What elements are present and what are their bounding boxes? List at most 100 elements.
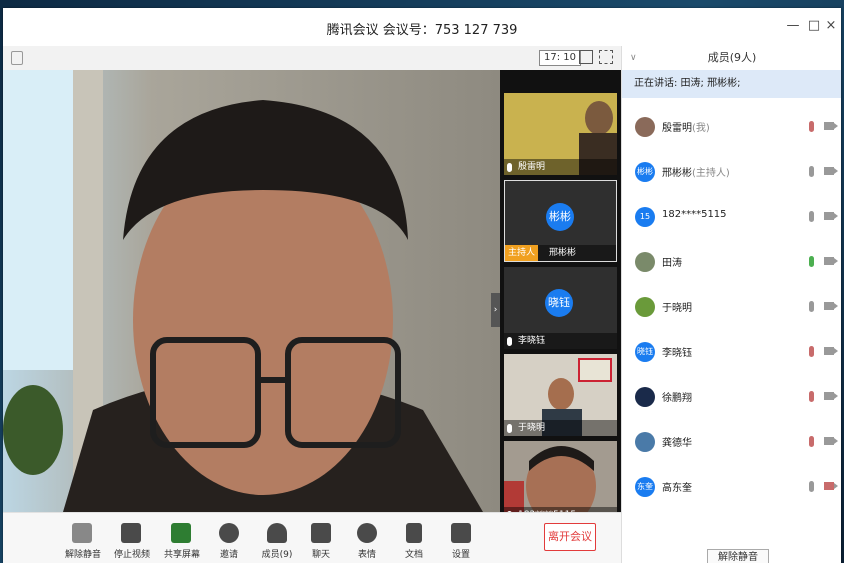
share-screen-icon <box>171 523 191 543</box>
chat-button[interactable]: 聊天 <box>304 523 338 560</box>
collapse-strip-chevron-icon[interactable]: › <box>491 293 500 327</box>
minimize-button[interactable]: — <box>785 18 801 34</box>
title-bar: 腾讯会议 会议号：753 127 739 — □ × <box>3 8 841 46</box>
participant-name: 李晓钰 <box>504 333 617 349</box>
shield-icon[interactable] <box>11 51 23 65</box>
chat-icon <box>311 523 331 543</box>
microphone-icon[interactable] <box>809 301 814 312</box>
member-row[interactable]: 晓钰 李晓钰 <box>622 331 841 375</box>
invite-button[interactable]: 邀请 <box>212 523 246 560</box>
members-count-title: 成员(9人) <box>707 51 757 64</box>
meeting-clock: 17: 10 <box>539 50 581 66</box>
muted-microphone-icon[interactable] <box>809 391 814 402</box>
members-panel-header: ∨ 成员(9人) <box>622 46 841 70</box>
leave-meeting-button[interactable]: 离开会议 <box>544 523 596 551</box>
member-row[interactable]: 彬彬 邢彬彬(主持人) <box>622 151 841 195</box>
settings-grid-icon <box>451 523 471 543</box>
speaking-indicator: 正在讲话: 田涛; 邢彬彬; <box>622 70 841 98</box>
members-button[interactable]: 成员(9) <box>260 523 294 560</box>
participant-tile[interactable]: 于晓明 <box>504 354 617 436</box>
main-video-feed <box>3 70 500 512</box>
layout-icon[interactable] <box>579 50 593 64</box>
camera-icon[interactable] <box>824 437 838 445</box>
documents-button[interactable]: 文档 <box>397 523 431 560</box>
avatar: 晓钰 <box>545 289 573 317</box>
camera-icon[interactable] <box>824 212 838 220</box>
maximize-button[interactable]: □ <box>806 18 822 34</box>
microphone-icon <box>507 337 512 346</box>
document-icon <box>406 523 422 543</box>
microphone-icon <box>507 163 512 172</box>
microphone-icon[interactable] <box>809 166 814 177</box>
member-name: 徐鹏翔 <box>662 393 692 404</box>
avatar: 彬彬 <box>546 203 574 231</box>
video-camera-icon <box>121 523 141 543</box>
avatar <box>635 387 655 407</box>
meeting-window: 腾讯会议 会议号：753 127 739 — □ × 17: 10 › 殷雷明 … <box>3 8 841 563</box>
avatar: 彬彬 <box>635 162 655 182</box>
meeting-controls-bar: 解除静音 停止视频 共享屏幕 邀请 成员(9) 聊天 表情 文档 设置 <box>3 512 621 563</box>
member-name: 李晓钰 <box>662 348 692 359</box>
microphone-icon <box>507 424 512 433</box>
camera-icon[interactable] <box>824 347 838 355</box>
unmute-all-button[interactable]: 解除静音 <box>707 549 769 563</box>
window-title: 腾讯会议 会议号：753 127 739 <box>326 23 518 38</box>
participant-tile[interactable]: 晓钰 李晓钰 <box>504 267 617 349</box>
active-microphone-icon[interactable] <box>809 256 814 267</box>
share-screen-button[interactable]: 共享屏幕 <box>164 523 200 560</box>
camera-icon[interactable] <box>824 392 838 400</box>
muted-microphone-icon[interactable] <box>809 346 814 357</box>
muted-microphone-icon[interactable] <box>809 121 814 132</box>
close-button[interactable]: × <box>823 18 839 34</box>
avatar <box>635 297 655 317</box>
microphone-icon[interactable] <box>809 211 814 222</box>
camera-icon[interactable] <box>824 122 838 130</box>
member-row[interactable]: 15 182****5115 <box>622 196 841 240</box>
avatar: 15 <box>635 207 655 227</box>
participant-name: 殷雷明 <box>504 159 617 175</box>
member-name: 殷雷明 <box>662 123 692 134</box>
member-role: (主持人) <box>692 168 730 179</box>
avatar: 东奎 <box>635 477 655 497</box>
main-video-image <box>3 70 500 512</box>
unmute-button[interactable]: 解除静音 <box>65 523 101 560</box>
participant-tile[interactable]: 彬彬 邢彬彬 主持人 <box>504 180 617 262</box>
member-row[interactable]: 于晓明 <box>622 286 841 330</box>
microphone-icon[interactable] <box>809 481 814 492</box>
video-toolbar: 17: 10 <box>3 46 621 71</box>
members-panel: ∨ 成员(9人) 正在讲话: 田涛; 邢彬彬; 殷雷明(我) 彬彬 邢彬彬(主持… <box>621 46 841 563</box>
fullscreen-icon[interactable] <box>599 50 613 64</box>
participant-tile[interactable]: 182****5115 <box>504 441 617 523</box>
member-role: (我) <box>692 123 710 134</box>
camera-icon[interactable] <box>824 257 838 265</box>
member-row[interactable]: 殷雷明(我) <box>622 106 841 150</box>
camera-icon[interactable] <box>824 302 838 310</box>
avatar: 晓钰 <box>635 342 655 362</box>
avatar <box>635 252 655 272</box>
member-name: 高东奎 <box>662 483 692 494</box>
muted-microphone-icon <box>72 523 92 543</box>
member-name: 182****5115 <box>662 209 727 220</box>
add-user-icon <box>219 523 239 543</box>
camera-off-icon[interactable] <box>824 482 838 490</box>
participant-tile[interactable]: 殷雷明 <box>504 93 617 175</box>
collapse-chevron-icon[interactable]: ∨ <box>630 46 637 70</box>
members-icon <box>267 523 287 543</box>
member-row[interactable]: 东奎 高东奎 <box>622 466 841 510</box>
avatar <box>635 117 655 137</box>
stop-video-button[interactable]: 停止视频 <box>114 523 150 560</box>
reactions-button[interactable]: 表情 <box>350 523 384 560</box>
avatar <box>635 432 655 452</box>
member-row[interactable]: 徐鹏翔 <box>622 376 841 420</box>
host-badge: 主持人 <box>505 245 539 261</box>
emoji-icon <box>357 523 377 543</box>
member-row[interactable]: 田涛 <box>622 241 841 285</box>
participants-video-strip: 殷雷明 彬彬 邢彬彬 主持人 晓钰 李晓钰 于晓明 182****5115 <box>500 70 621 523</box>
muted-microphone-icon[interactable] <box>809 436 814 447</box>
settings-button[interactable]: 设置 <box>444 523 478 560</box>
member-name: 邢彬彬 <box>662 168 692 179</box>
member-name: 于晓明 <box>662 303 692 314</box>
member-row[interactable]: 龚德华 <box>622 421 841 465</box>
camera-icon[interactable] <box>824 167 838 175</box>
member-name: 龚德华 <box>662 438 692 449</box>
